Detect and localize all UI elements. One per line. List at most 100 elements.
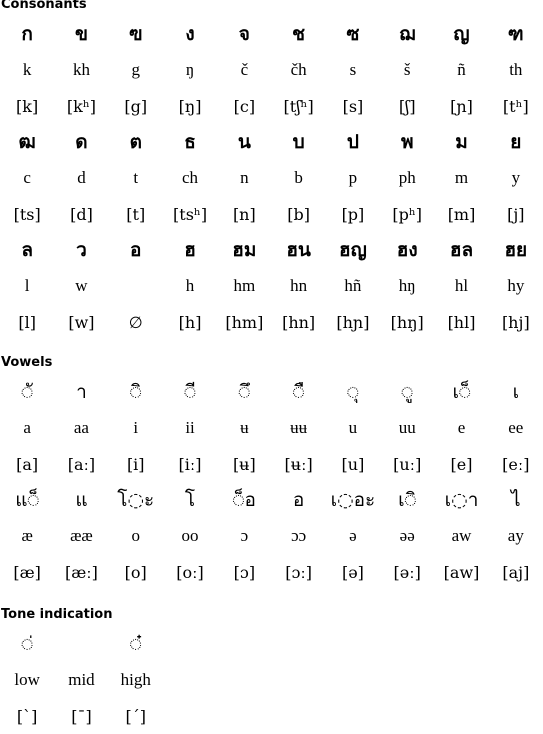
ipa-row: [ˋ] [¯] [ˊ] (0, 698, 163, 734)
ipa-cell: [i] (126, 454, 145, 474)
script-cell: ฮน (286, 239, 311, 261)
ipa-cell: [ts] (13, 204, 41, 224)
transliteration-cell: š (403, 60, 411, 79)
transliteration-cell: t (133, 168, 139, 187)
ipa-cell: [hm] (225, 312, 264, 332)
script-cell: อ (292, 489, 305, 511)
transliteration-cell: a (23, 418, 31, 437)
transliteration-cell (109, 268, 163, 304)
ipa-row: [æ] [æː] [o] [oː] [ɔ] [ɔː] [ə] [əː] [aw] [aj] (0, 554, 543, 590)
ipa-cell: [ɲ] (450, 96, 473, 116)
transliteration-cell: aa (73, 418, 89, 437)
transliteration-row: low mid high (0, 662, 163, 698)
script-cell: ◌ี (184, 381, 196, 403)
transliteration-cell: h (185, 276, 195, 295)
transliteration-cell: č (240, 60, 249, 79)
tones-heading: Tone indication (1, 607, 113, 622)
transliteration-cell: ʉʉ (290, 418, 308, 437)
script-cell: โ◌ะ (117, 489, 155, 511)
ipa-cell: [g] (124, 96, 148, 116)
transliteration-cell: g (131, 60, 140, 79)
ipa-cell: [c] (233, 96, 256, 116)
ipa-cell: [hl] (447, 312, 476, 332)
script-cell: ฃ (129, 23, 143, 45)
script-cell: ช (292, 23, 306, 45)
tones-table: ◌่ ◌๋ low mid high [ˋ] [¯] [ˊ] (0, 626, 163, 734)
ipa-cell: [kʰ] (66, 96, 96, 116)
ipa-row: [a] [aː] [i] [iː] [ʉ] [ʉː] [u] [uː] [e] [eː] (0, 446, 543, 482)
ipa-cell: [iː] (178, 454, 202, 474)
ipa-cell: [æː] (64, 562, 98, 582)
transliteration-cell: m (454, 168, 469, 187)
transliteration-cell: w (75, 276, 88, 295)
transliteration-cell: ee (508, 418, 524, 437)
transliteration-cell: aw (451, 526, 472, 545)
script-cell: ซ (346, 23, 360, 45)
transliteration-cell: čh (290, 60, 307, 79)
ipa-cell: [uː] (393, 454, 422, 474)
ipa-row: [k] [kʰ] [g] [ŋ] [c] [tʃʰ] [s] [ʃ] [ɲ] [tʰ] (0, 88, 543, 124)
ipa-cell: [m] (447, 204, 476, 224)
script-cell: แ◌็ (15, 489, 40, 511)
vowels-heading: Vowels (1, 355, 53, 370)
transliteration-cell: o (131, 526, 140, 545)
transliteration-cell: əə (399, 526, 415, 545)
transliteration-row: c d t ch n b p ph m y (0, 160, 543, 196)
transliteration-cell: ŋ (185, 60, 195, 79)
transliteration-cell: hn (290, 276, 308, 295)
script-cell: ฒ (18, 131, 36, 153)
transliteration-cell: ch (182, 168, 199, 187)
ipa-cell: [p] (341, 204, 365, 224)
transliteration-cell: u (348, 418, 358, 437)
transliteration-cell: l (24, 276, 30, 295)
ipa-cell: [j] (507, 204, 525, 224)
script-row: กขฃงจชซฌญฑ (0, 16, 543, 52)
ipa-cell: [¯] (71, 706, 92, 726)
ipa-cell: [l] (18, 312, 36, 332)
script-cell: ◌่ (21, 633, 33, 655)
script-cell: ย (510, 131, 522, 153)
script-cell: ◌ุ (347, 381, 359, 403)
ipa-cell: [tʰ] (502, 96, 529, 116)
script-cell: พ (400, 131, 414, 153)
ipa-cell: [b] (287, 204, 310, 224)
transliteration-cell: hy (507, 276, 525, 295)
script-row: ล ว อ ฮ ฮม ฮน ฮญ ฮง ฮล ฮย (0, 232, 543, 268)
transliteration-cell: ə (349, 526, 357, 545)
script-cell: ง (185, 23, 195, 45)
transliteration-row: l w h hm hn hñ hŋ hl hy (0, 268, 543, 304)
script-cell: เ◌ิ (398, 489, 417, 511)
transliteration-cell: d (77, 168, 86, 187)
transliteration-cell: hl (454, 276, 469, 295)
script-cell: ฑ (507, 23, 524, 45)
script-cell: ◌ิ (129, 381, 142, 403)
transliteration-cell: c (23, 168, 31, 187)
transliteration-cell: th (509, 60, 523, 79)
script-cell: ◌ู (401, 381, 414, 403)
transliteration-cell: mid (68, 670, 95, 689)
transliteration-cell: ææ (70, 526, 93, 545)
script-cell: ข (74, 23, 88, 45)
script-cell: เ (512, 381, 520, 403)
script-cell: ฮ (184, 239, 196, 261)
script-cell: ◌๋ (129, 633, 142, 655)
ipa-cell: [t] (126, 204, 146, 224)
ipa-cell: [a] (16, 454, 39, 474)
script-cell: ว (76, 239, 87, 261)
ipa-cell: [hŋ] (390, 312, 424, 332)
ipa-cell: [hj] (501, 312, 530, 332)
script-cell: ป (346, 131, 359, 153)
ipa-cell: [h] (178, 312, 202, 332)
transliteration-cell: e (457, 418, 466, 437)
ipa-cell: [aː] (67, 454, 96, 474)
script-cell: ◌ื (292, 381, 305, 403)
script-cell: น (237, 131, 251, 153)
transliteration-cell: hm (233, 276, 256, 295)
script-row: ◌่ ◌๋ (0, 626, 163, 662)
ipa-cell: [aj] (502, 562, 530, 582)
script-cell: ล (21, 239, 33, 261)
script-cell: บ (292, 131, 305, 153)
ipa-row: [ts] [d] [t] [tsʰ] [n] [b] [p] [pʰ] [m] [j] (0, 196, 543, 232)
script-cell: เ◌อะ (330, 489, 376, 511)
ipa-cell: [ə] (341, 562, 364, 582)
